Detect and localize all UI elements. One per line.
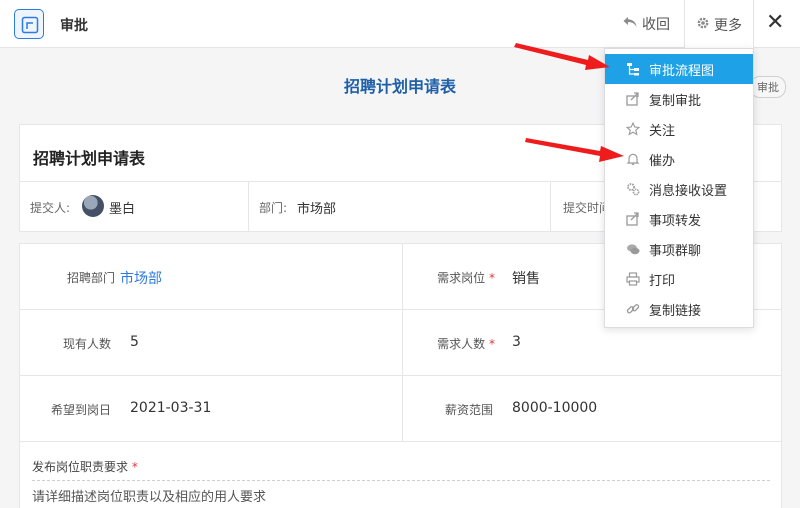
share-icon — [625, 91, 641, 107]
more-button[interactable]: 更多 — [684, 0, 754, 49]
more-label: 更多 — [714, 17, 742, 34]
collapse-button[interactable]: 收回 — [622, 14, 670, 34]
description-textarea[interactable]: 请详细描述岗位职责以及相应的用人要求 — [32, 486, 266, 505]
avatar — [82, 195, 104, 217]
menu-item-forward[interactable]: 事项转发 — [605, 204, 753, 234]
submitter-name: 墨白 — [109, 202, 136, 217]
chat-icon — [625, 241, 641, 257]
forward-icon — [625, 211, 641, 227]
menu-item-label: 复制审批 — [649, 93, 702, 109]
menu-item-copy-link[interactable]: 复制链接 — [605, 294, 753, 324]
print-icon — [625, 271, 641, 287]
approval-app-icon[interactable] — [14, 9, 44, 39]
menu-item-label: 复制链接 — [649, 303, 702, 319]
divider — [32, 480, 770, 481]
field-label-expected-date: 希望到岗日 — [50, 403, 111, 417]
menu-item-label: 消息接收设置 — [649, 183, 728, 199]
collapse-label: 收回 — [642, 17, 670, 33]
department-cell: 部门: 市场部 — [249, 182, 549, 232]
menu-item-label: 审批流程图 — [649, 63, 715, 79]
menu-item-label: 事项群聊 — [649, 243, 702, 259]
menu-item-group-chat[interactable]: 事项群聊 — [605, 234, 753, 264]
submitter-cell: 提交人: 墨白 — [20, 182, 247, 232]
submitter-label: 提交人: — [30, 201, 71, 215]
more-dropdown-menu: 审批流程图 复制审批 关注 催办 消息接收设置 事项转发 事项群聊 打印 复制链… — [604, 48, 754, 328]
description-label: 发布岗位职责要求 * — [32, 460, 138, 474]
menu-item-copy-approval[interactable]: 复制审批 — [605, 84, 753, 114]
star-icon — [625, 121, 641, 137]
flowchart-icon — [625, 61, 641, 77]
menu-item-label: 关注 — [649, 123, 676, 139]
menu-item-follow[interactable]: 关注 — [605, 114, 753, 144]
gear-icon — [696, 16, 710, 34]
close-button[interactable]: ✕ — [766, 12, 784, 34]
bell-icon — [625, 151, 641, 167]
field-value-salary-range: 8000-10000 — [512, 400, 598, 416]
field-label-required-headcount: 需求人数 * — [437, 337, 495, 351]
menu-item-remind[interactable]: 催办 — [605, 144, 753, 174]
menu-item-approval-flowchart[interactable]: 审批流程图 — [605, 54, 753, 84]
field-value-recruit-dept[interactable]: 市场部 — [120, 268, 162, 288]
field-label-salary-range: 薪资范围 — [444, 403, 493, 417]
field-value-required-headcount: 3 — [512, 334, 521, 350]
form-row: 希望到岗日 2021-03-31 薪资范围 8000-10000 — [20, 376, 781, 442]
menu-item-label: 催办 — [649, 153, 676, 169]
field-label-current-headcount: 现有人数 — [62, 337, 111, 351]
field-value-position: 销售 — [512, 271, 540, 287]
field-value-expected-date: 2021-03-31 — [130, 400, 212, 416]
status-badge: 审批 — [750, 76, 786, 98]
field-label-position: 需求岗位 * — [437, 271, 495, 285]
field-value-current-headcount: 5 — [130, 334, 139, 350]
gears-icon — [625, 181, 641, 197]
menu-item-label: 事项转发 — [649, 213, 702, 229]
menu-item-notification-settings[interactable]: 消息接收设置 — [605, 174, 753, 204]
section-title: 招聘计划申请表 — [33, 149, 146, 168]
top-bar: 审批 收回 更多 ✕ — [0, 0, 800, 49]
page-title: 审批 — [60, 18, 88, 34]
menu-item-print[interactable]: 打印 — [605, 264, 753, 294]
department-value: 市场部 — [297, 202, 337, 217]
department-label: 部门: — [259, 201, 288, 215]
field-label-recruit-dept: 招聘部门 — [66, 271, 115, 285]
menu-item-label: 打印 — [649, 273, 676, 289]
link-icon — [625, 301, 641, 317]
undo-arrow-icon — [622, 15, 638, 33]
